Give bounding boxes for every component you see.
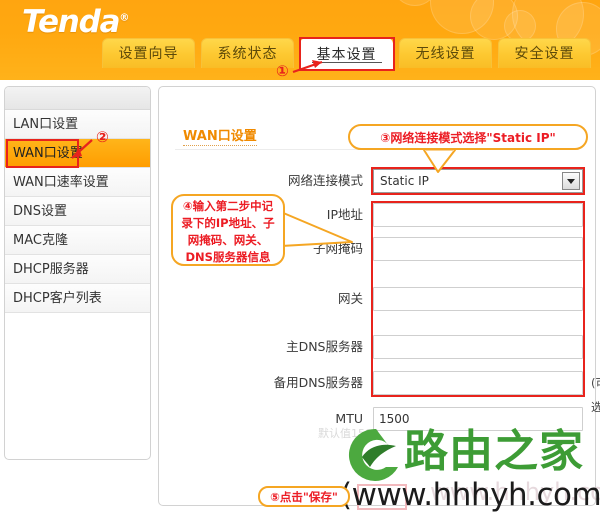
field-row-primary-dns: 主DNS服务器	[173, 335, 583, 361]
subnet-mask-input[interactable]	[373, 237, 583, 261]
step-marker-2: ②	[96, 128, 109, 146]
logo-text: Tenda	[22, 4, 121, 40]
connection-mode-value: Static IP	[380, 174, 429, 188]
callout-step-4-line-4: DNS服务器信息	[185, 250, 271, 264]
tab-wireless-settings[interactable]: 无线设置	[399, 38, 492, 68]
sidebar-item-wan-settings[interactable]: WAN口设置	[5, 139, 150, 168]
field-row-mtu: MTU	[173, 407, 583, 433]
tab-setup-wizard[interactable]: 设置向导	[102, 38, 195, 68]
chevron-down-icon[interactable]	[562, 172, 580, 190]
callout-step-4: ④输入第二步中记 录下的IP地址、子 网掩码、网关、 DNS服务器信息	[171, 194, 285, 266]
field-row-secondary-dns: 备用DNS服务器 (可选)	[173, 371, 600, 414]
tab-label: 安全设置	[514, 46, 575, 62]
sidebar-item-lan-settings[interactable]: LAN口设置	[5, 110, 150, 139]
callout-step-4-line-1: ④输入第二步中记	[182, 199, 274, 213]
field-row-gateway: 网关	[173, 287, 583, 313]
sidebar-item-label: MAC克隆	[13, 233, 68, 248]
connection-mode-select[interactable]: Static IP	[373, 169, 583, 193]
sidebar-item-dns-settings[interactable]: DNS设置	[5, 197, 150, 226]
tab-label: 基本设置	[316, 47, 377, 63]
field-label: 网络连接模式	[287, 173, 363, 188]
callout-step-3: ③网络连接模式选择"Static IP"	[348, 124, 588, 150]
field-label: 主DNS服务器	[286, 339, 363, 354]
highlight-box-wan-settings	[6, 139, 79, 168]
gateway-input[interactable]	[373, 287, 583, 311]
sidebar-item-mac-clone[interactable]: MAC克隆	[5, 226, 150, 255]
router-admin-page: Tenda® 设置向导 系统状态 基本设置 无线设置 安全设置 LAN口设置 W…	[0, 0, 600, 514]
registered-mark-icon: ®	[119, 12, 130, 24]
sidebar-item-dhcp-client-list[interactable]: DHCP客户列表	[5, 284, 150, 313]
secondary-dns-optional-note: (可选)	[591, 376, 600, 414]
sidebar-item-label: DNS设置	[13, 204, 67, 219]
callout-step-4-line-2: 录下的IP地址、子	[181, 216, 275, 230]
tab-label: 系统状态	[217, 46, 278, 62]
tab-security-settings[interactable]: 安全设置	[498, 38, 591, 68]
tab-basic-settings[interactable]: 基本设置	[300, 38, 393, 70]
field-label: MTU	[335, 411, 363, 426]
sidebar-item-label: DHCP客户列表	[13, 291, 102, 306]
sidebar-nav: LAN口设置 WAN口设置 WAN口速率设置 DNS设置 MAC克隆 DHCP服…	[4, 86, 151, 460]
tab-label: 设置向导	[118, 46, 179, 62]
sidebar-item-label: LAN口设置	[13, 117, 79, 132]
ip-address-input[interactable]	[373, 203, 583, 227]
field-label: 网关	[337, 291, 363, 306]
mtu-input[interactable]	[373, 407, 583, 431]
callout-step-5: ⑤点击"保存"	[258, 486, 350, 507]
main-tabbar: 设置向导 系统状态 基本设置 无线设置 安全设置	[0, 37, 600, 80]
sidebar-header	[5, 87, 150, 110]
step-marker-1: ①	[276, 62, 289, 80]
field-row-connection-mode: 网络连接模式 Static IP	[173, 169, 583, 195]
tenda-logo: Tenda®	[22, 4, 129, 40]
secondary-dns-input[interactable]	[373, 371, 583, 395]
field-label: 备用DNS服务器	[273, 375, 363, 390]
sidebar-item-label: DHCP服务器	[13, 262, 89, 277]
primary-dns-input[interactable]	[373, 335, 583, 359]
sidebar-item-dhcp-server[interactable]: DHCP服务器	[5, 255, 150, 284]
page-title: WAN口设置	[183, 125, 257, 146]
tab-label: 无线设置	[415, 46, 476, 62]
sidebar-item-wan-speed-settings[interactable]: WAN口速率设置	[5, 168, 150, 197]
sidebar-item-label: WAN口速率设置	[13, 175, 109, 190]
callout-step-4-line-3: 网掩码、网关、	[187, 233, 269, 247]
